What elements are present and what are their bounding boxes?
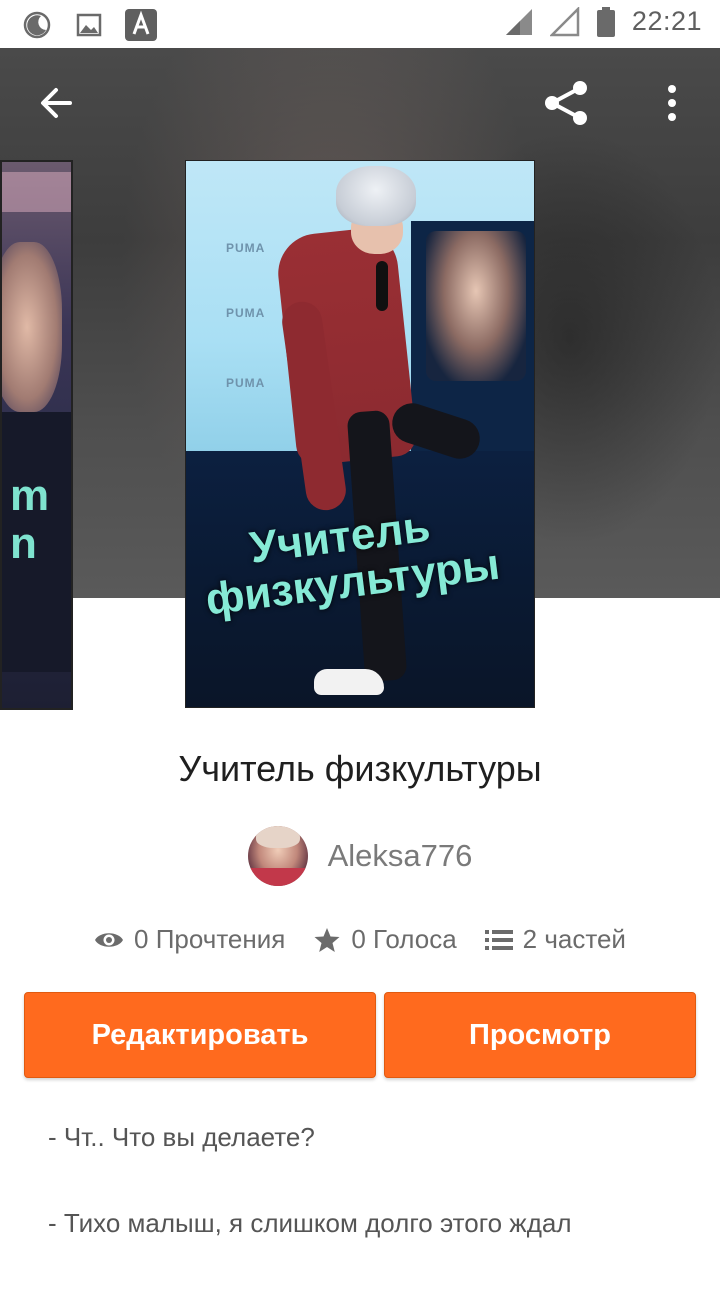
star-icon: [314, 927, 340, 952]
back-button[interactable]: [28, 75, 84, 131]
votes-count: 0 Голоса: [351, 924, 457, 954]
author-name[interactable]: Aleksa776: [328, 838, 473, 874]
signal-icon: [505, 8, 532, 35]
status-bar: 22:21: [0, 0, 720, 48]
author-avatar[interactable]: [247, 826, 308, 886]
story-title: Учитель физкультуры: [178, 748, 542, 789]
reads-count: 0 Прочтения: [134, 924, 286, 954]
image-icon: [72, 8, 106, 42]
moon-icon: [20, 8, 54, 42]
story-stats: 0 Прочтения 0 Голоса 2 частей: [0, 924, 720, 955]
votes-stat: 0 Голоса: [313, 924, 457, 955]
status-notifications: [20, 8, 158, 42]
more-vertical-icon: [668, 85, 676, 121]
battery-icon: [596, 6, 615, 37]
status-system: 22:21: [504, 6, 702, 37]
story-description: - Чт.. Что вы делаете? - Тихо малыш, я с…: [48, 1120, 688, 1292]
author-row[interactable]: Aleksa776: [0, 826, 720, 886]
cover-brand-text: PUMA: [226, 306, 266, 320]
cover-brand-text: PUMA: [226, 376, 266, 390]
signal-empty-icon: [549, 6, 580, 36]
reads-stat: 0 Прочтения: [94, 924, 285, 955]
parts-stat: 2 частей: [484, 924, 626, 955]
share-button[interactable]: [538, 75, 594, 131]
description-line: - Чт.. Что вы делаете?: [48, 1122, 315, 1152]
parts-count: 2 частей: [522, 924, 626, 954]
share-icon: [545, 81, 587, 125]
view-button[interactable]: Просмотр: [384, 992, 696, 1078]
cover-brand-text: PUMA: [226, 241, 266, 255]
story-cover[interactable]: PUMA PUMA PUMA Учитель физкультуры: [185, 160, 535, 708]
description-line: - Тихо малыш, я слишком долго этого ждал: [48, 1208, 572, 1238]
previous-story-cover[interactable]: mn: [0, 160, 73, 710]
arrow-left-icon: [41, 88, 72, 118]
text-a-icon: [124, 8, 158, 42]
eye-icon: [95, 932, 124, 947]
edit-button[interactable]: Редактировать: [24, 992, 376, 1078]
more-options-button[interactable]: [644, 75, 700, 131]
list-icon: [484, 929, 513, 950]
clock: 22:21: [631, 6, 702, 36]
